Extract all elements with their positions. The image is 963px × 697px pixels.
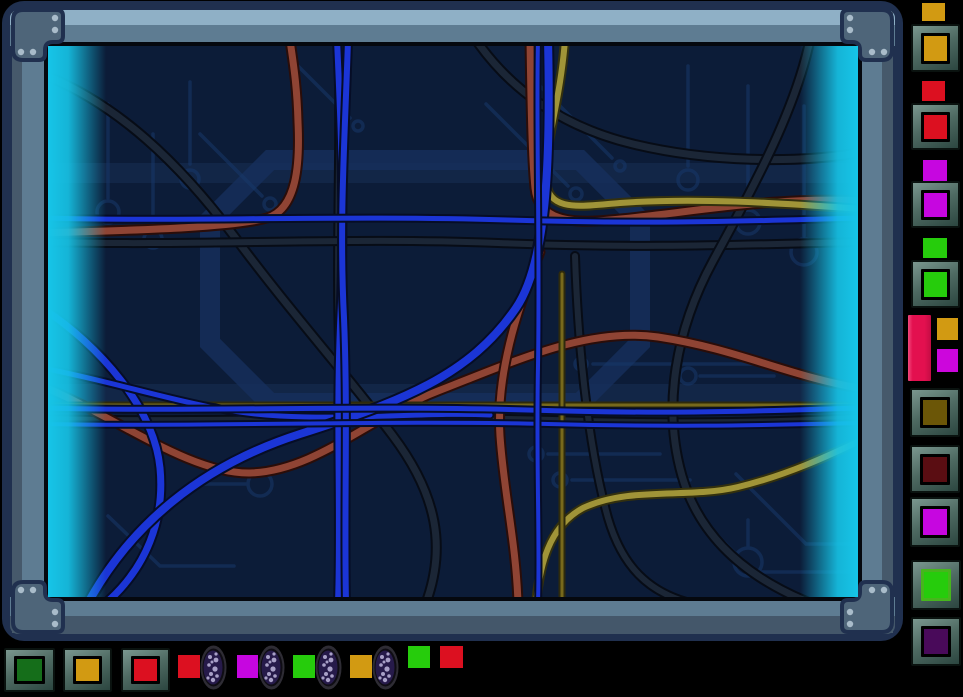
- gold-connector[interactable]: [922, 3, 945, 21]
- magenta-connector[interactable]: [237, 655, 258, 678]
- red-swatch: [921, 112, 950, 142]
- gem-icon[interactable]: [315, 645, 342, 690]
- wire-blue-vertical-b[interactable]: [342, 46, 348, 597]
- red-button[interactable]: [911, 103, 960, 150]
- olive-swatch: [920, 397, 950, 428]
- rivet: [30, 49, 36, 55]
- rivet: [847, 609, 853, 615]
- olive-button[interactable]: [910, 388, 960, 437]
- magenta-button[interactable]: [911, 181, 960, 228]
- purple-button[interactable]: [911, 617, 961, 666]
- red-connector[interactable]: [922, 81, 945, 101]
- rivet: [52, 15, 58, 21]
- green-button[interactable]: [911, 560, 961, 610]
- red-button[interactable]: [121, 648, 170, 692]
- gold-button[interactable]: [911, 24, 960, 72]
- magenta-swatch: [920, 506, 950, 538]
- green-swatch: [921, 269, 950, 300]
- green-connector[interactable]: [923, 238, 947, 258]
- red-swatch: [131, 656, 160, 684]
- purple-swatch: [921, 626, 951, 657]
- magenta-swatch: [921, 190, 950, 220]
- rivet: [869, 587, 875, 593]
- gem-icon[interactable]: [200, 645, 227, 690]
- green-button[interactable]: [911, 260, 960, 308]
- wire-blue-thin-vertical[interactable]: [537, 46, 538, 597]
- rivet: [18, 49, 24, 55]
- rivet: [18, 587, 24, 593]
- rivet: [847, 27, 853, 33]
- dark-red-button[interactable]: [910, 445, 960, 493]
- frame-bar-left: [12, 12, 46, 633]
- frame-bar-top: [10, 10, 895, 46]
- gem-icon[interactable]: [258, 645, 285, 690]
- rivet: [52, 609, 58, 615]
- rivet: [847, 621, 853, 627]
- dark-red-swatch: [920, 454, 950, 485]
- rivet: [52, 621, 58, 627]
- magenta-connector[interactable]: [923, 160, 947, 181]
- game-root: { "title": "wire circuit puzzle screen",…: [0, 0, 963, 697]
- frame-bar-bottom: [10, 597, 895, 634]
- red-connector[interactable]: [440, 646, 463, 668]
- gold-button[interactable]: [63, 648, 112, 692]
- magenta-connector[interactable]: [937, 349, 958, 372]
- green-connector[interactable]: [408, 646, 430, 668]
- rivet: [847, 15, 853, 21]
- rivet: [30, 587, 36, 593]
- gold-swatch: [921, 33, 950, 64]
- gold-connector[interactable]: [350, 655, 372, 678]
- dark-green-swatch: [14, 656, 45, 684]
- dark-green-button[interactable]: [4, 648, 55, 692]
- rivet: [881, 49, 887, 55]
- screen-glow-right: [800, 46, 858, 597]
- pink-meter: [908, 315, 931, 381]
- rivet: [869, 49, 875, 55]
- red-connector[interactable]: [178, 655, 200, 678]
- green-swatch: [921, 569, 951, 601]
- magenta-button[interactable]: [910, 497, 960, 547]
- rivet: [52, 27, 58, 33]
- frame-bar-right: [859, 12, 893, 633]
- circuit-board[interactable]: [48, 46, 858, 597]
- gold-swatch: [73, 656, 102, 684]
- rivet: [881, 587, 887, 593]
- screen-glow-left: [48, 46, 106, 597]
- gold-connector[interactable]: [937, 318, 958, 340]
- gem-icon[interactable]: [372, 645, 399, 690]
- green-connector[interactable]: [293, 655, 315, 678]
